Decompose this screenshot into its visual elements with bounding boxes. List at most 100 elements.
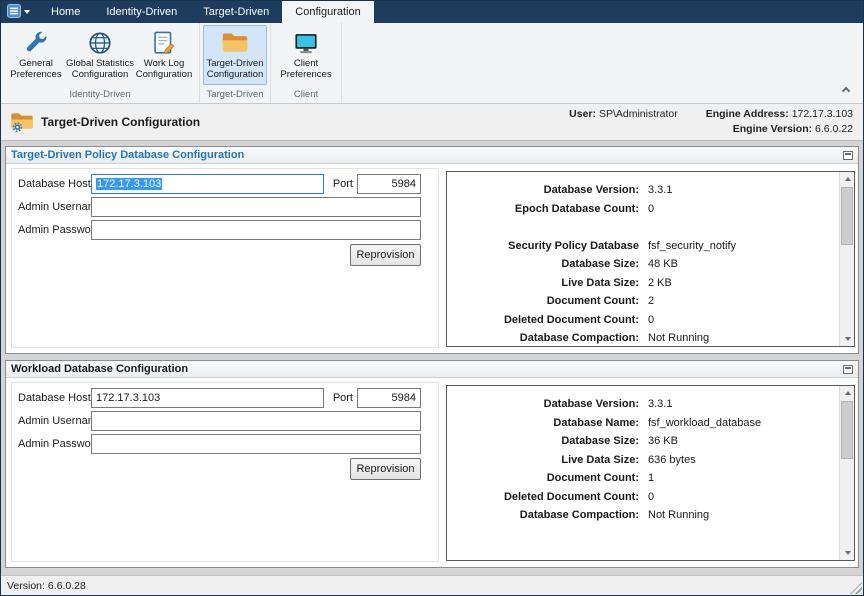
scroll-up-icon[interactable] [840,172,855,186]
globe-icon [87,28,113,58]
info-row: Security Policy Databasefsf_security_not… [447,237,854,256]
info-label: Database Size: [447,435,639,447]
admin-password-input[interactable] [91,220,421,240]
info-label: Document Count: [447,295,639,307]
work-log-configuration-button[interactable]: Work Log Configuration [132,25,196,85]
folder-icon [221,28,249,58]
ribbon-button-label: Configuration [207,69,264,80]
target-driven-folder-icon [9,109,35,136]
info-value: 636 bytes [648,454,696,466]
tab-home[interactable]: Home [38,1,93,23]
client-preferences-button[interactable]: Client Preferences [274,25,338,85]
database-host-input[interactable]: 172.17.3.103 [91,388,324,408]
general-preferences-button[interactable]: General Preferences [4,25,68,85]
admin-password-input[interactable] [91,434,421,454]
engine-version-info: Engine Version: 6.6.0.22 [733,122,853,137]
info-row: Deleted Document Count: 0 [447,488,854,507]
scroll-down-icon[interactable] [840,332,855,346]
scrollbar-thumb[interactable] [841,187,853,245]
chevron-down-icon [24,10,30,14]
panel-body: Database Host 172.17.3.103 Port 5984 Adm… [6,164,858,353]
port-value: 5984 [392,392,416,404]
vertical-scrollbar[interactable] [839,172,854,346]
ribbon-group-label-identity-driven: Identity-Driven [4,88,196,103]
panel-collapse-icon[interactable] [843,365,853,374]
database-host-label: Database Host [18,392,91,404]
app-menu-button[interactable] [1,1,38,23]
info-row: Database Size: 36 KB [447,432,854,451]
info-row: Database Size:48 KB [447,255,854,274]
ribbon-group-label-client: Client [274,88,338,103]
info-label: Database Name: [447,417,639,429]
tab-configuration[interactable]: Configuration [282,1,373,23]
ribbon-button-label: Client [294,58,318,69]
ribbon-tabs: Home Identity-Driven Target-Driven Confi… [38,1,374,23]
scroll-up-icon[interactable] [840,386,855,400]
info-value: 3.3.1 [648,398,672,410]
port-input[interactable]: 5984 [357,388,421,408]
info-value: fsf_workload_database [648,417,761,429]
ribbon-group-label-target-driven: Target-Driven [203,88,267,103]
user-info: User: SP\Administrator [569,107,678,122]
port-label: Port [316,392,353,404]
engine-address-info: Engine Address: 172.17.3.103 [706,107,853,122]
admin-password-label: Admin Password [18,438,101,450]
version-text: Version: 6.6.0.28 [7,580,86,592]
reprovision-button[interactable]: Reprovision [350,244,421,266]
scroll-down-icon[interactable] [840,546,855,560]
global-statistics-configuration-button[interactable]: Global Statistics Configuration [68,25,132,85]
info-row: Live Data Size: 636 bytes [447,451,854,470]
info-label: Database Version: [447,398,639,410]
ribbon-button-label: Configuration [136,69,193,80]
scrollbar-thumb[interactable] [841,401,853,459]
panel-title: Workload Database Configuration [11,363,188,375]
info-value: 0 [648,491,654,503]
vertical-scrollbar[interactable] [839,386,854,560]
tab-target-driven[interactable]: Target-Driven [190,1,282,23]
info-label: Document Count: [447,472,639,484]
resize-grip[interactable] [850,582,862,594]
ribbon-group-client: Client Preferences Client [271,23,342,103]
target-driven-configuration-button[interactable]: Target-Driven Configuration [203,25,267,85]
engine-info: User: SP\Administrator Engine Address: 1… [569,107,853,137]
info-label: Database Compaction: [447,509,639,521]
panel-collapse-icon[interactable] [843,151,853,160]
tab-identity-driven[interactable]: Identity-Driven [93,1,190,23]
info-label: Deleted Document Count: [447,491,639,503]
ribbon: General Preferences Global Statistics Co… [1,23,863,104]
admin-username-input[interactable] [91,411,421,431]
info-value: 48 KB [648,258,678,270]
monitor-icon [293,28,319,58]
ribbon-button-label: Configuration [72,69,129,80]
ribbon-group-target-driven: Target-Driven Configuration Target-Drive… [200,23,271,103]
port-input[interactable]: 5984 [357,174,421,194]
info-row: Document Count:2 [447,292,854,311]
info-row: Live Data Size:2 KB [447,274,854,293]
ribbon-button-label: Work Log [144,58,184,69]
application-window: Home Identity-Driven Target-Driven Confi… [0,0,864,596]
wrench-icon [23,28,49,58]
info-value: 0 [648,314,654,326]
info-value: 36 KB [648,435,678,447]
policy-database-configuration-panel: Target-Driven Policy Database Configurat… [5,146,859,354]
info-label: Database Version: [447,184,639,196]
admin-password-label: Admin Password [18,224,101,236]
info-row: Document Count:1 [447,469,854,488]
ribbon-button-label: Preferences [10,69,61,80]
info-value: fsf_security_notify [648,240,736,252]
info-label: Epoch Database Count: [447,203,639,215]
reprovision-button[interactable]: Reprovision [350,458,421,480]
title-tab-bar: Home Identity-Driven Target-Driven Confi… [1,1,863,23]
info-label: Live Data Size: [447,454,639,466]
database-host-input[interactable]: 172.17.3.103 [91,174,324,194]
info-row: Epoch Database Count:0 [447,200,854,219]
info-value: Not Running [648,332,709,344]
database-host-label: Database Host [18,178,91,190]
ribbon-button-label: Global Statistics [66,58,134,69]
panel-header: Target-Driven Policy Database Configurat… [6,147,858,164]
app-menu-icon [7,4,21,21]
ribbon-collapse-button[interactable] [839,83,853,95]
ribbon-button-label: General [19,58,53,69]
admin-username-input[interactable] [91,197,421,217]
info-row [447,218,854,237]
